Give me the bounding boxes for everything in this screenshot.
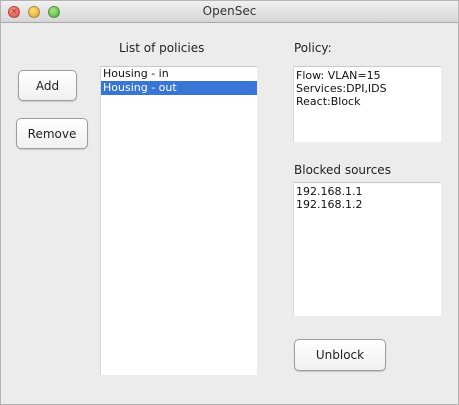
app-window: × OpenSec Add Remove List of policies Ho… xyxy=(0,0,459,405)
policies-list[interactable]: Housing - in Housing - out xyxy=(100,66,257,375)
policy-detail-line: React:Block xyxy=(296,95,361,108)
policies-header: List of policies xyxy=(119,41,205,55)
policy-detail-box[interactable]: Flow: VLAN=15 Services:DPI,IDS React:Block xyxy=(293,66,441,142)
policy-detail-line: Flow: VLAN=15 xyxy=(296,69,381,82)
window-title: OpenSec xyxy=(202,4,257,18)
unblock-button[interactable]: Unblock xyxy=(294,339,386,371)
policy-list-item[interactable]: Housing - in xyxy=(101,67,257,81)
title-bar: × OpenSec xyxy=(1,1,458,23)
policy-detail-line: Services:DPI,IDS xyxy=(296,82,387,95)
blocked-sources-header: Blocked sources xyxy=(294,163,391,177)
policy-list-item[interactable]: Housing - out xyxy=(101,81,257,95)
policy-detail-header: Policy: xyxy=(294,41,332,55)
add-button[interactable]: Add xyxy=(18,70,77,101)
blocked-sources-list[interactable]: 192.168.1.1 192.168.1.2 xyxy=(293,182,441,316)
remove-button[interactable]: Remove xyxy=(16,118,88,149)
blocked-source-item[interactable]: 192.168.1.1 xyxy=(296,185,441,198)
blocked-source-item[interactable]: 192.168.1.2 xyxy=(296,198,441,211)
